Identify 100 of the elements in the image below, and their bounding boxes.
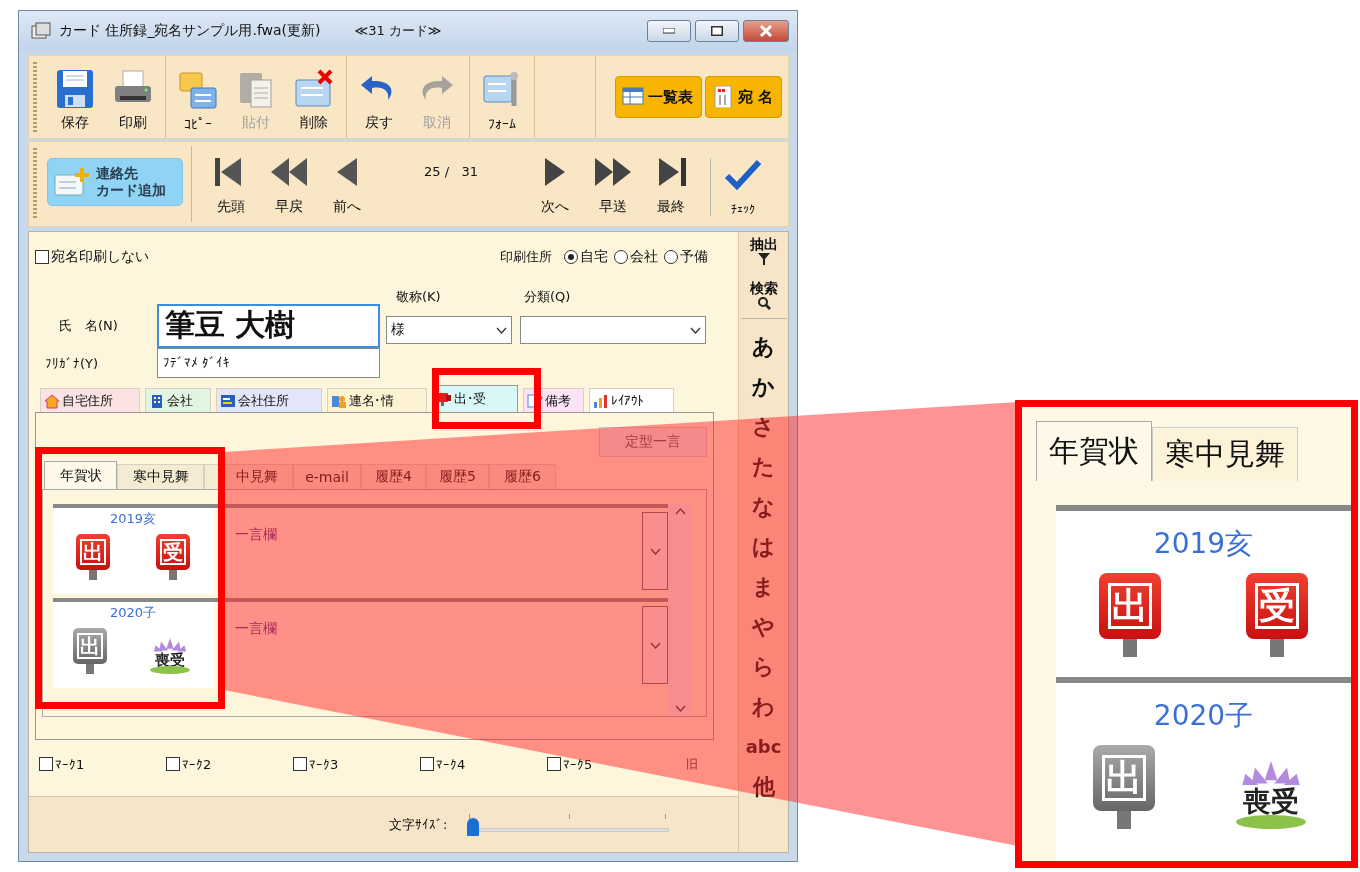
year-label: 2020子: [109, 604, 157, 622]
address-radio-button[interactable]: 予備: [664, 248, 708, 266]
check-button[interactable]: ﾁｪｯｸ: [710, 158, 768, 216]
notes-tab[interactable]: 備考: [523, 388, 584, 412]
greeting-type-tab[interactable]: 中見舞: [204, 464, 293, 489]
mark-checkbox[interactable]: ﾏｰｸ1: [39, 756, 166, 772]
first-button[interactable]: 先頭: [202, 154, 260, 216]
mourning-lotus-mark: 喪受: [1226, 761, 1317, 829]
filter-button[interactable]: 抽出: [749, 234, 778, 268]
company-address-tab[interactable]: 会社住所: [216, 388, 322, 412]
old-toggle[interactable]: 旧: [686, 755, 698, 773]
year-label: 2020子: [1153, 698, 1254, 734]
card-count: ≪31 カード≫: [354, 22, 442, 40]
funnel-icon: [756, 252, 771, 266]
year-label: 2019亥: [1153, 526, 1254, 562]
postbox-icon: [436, 391, 452, 407]
index-letter-button[interactable]: ら: [752, 647, 775, 687]
save-button[interactable]: 保存: [47, 68, 103, 132]
index-letter-button[interactable]: ま: [752, 567, 775, 607]
last-button[interactable]: 最終: [642, 154, 700, 216]
honorific-dropdown[interactable]: 様: [386, 316, 512, 344]
address-radio-button[interactable]: 自宅: [564, 248, 608, 266]
comment-dropdown-button[interactable]: [642, 606, 668, 684]
chevron-down-icon: [690, 326, 701, 334]
greeting-type-tab[interactable]: 年賀状: [1036, 421, 1152, 481]
memo-icon: [527, 392, 543, 409]
building-icon: [149, 392, 165, 409]
joint-name-tab[interactable]: 連名･情: [327, 388, 427, 412]
layout-tab[interactable]: ﾚｲｱｳﾄ: [589, 388, 674, 412]
print-button[interactable]: 印刷: [105, 68, 161, 132]
chevron-down-icon: [649, 641, 661, 649]
category-dropdown[interactable]: [520, 316, 706, 344]
maximize-button[interactable]: [695, 20, 739, 42]
scroll-up-icon: [674, 508, 686, 515]
mark-checkbox[interactable]: ﾏｰｸ3: [293, 756, 420, 772]
index-letter-button[interactable]: あ: [752, 327, 775, 367]
greeting-type-tab[interactable]: 履歴6: [489, 464, 556, 489]
delete-button[interactable]: 削除: [286, 68, 342, 132]
rewind-button[interactable]: 早戻: [260, 154, 318, 216]
print-address-label: 印刷住所: [500, 248, 552, 266]
index-letter-button[interactable]: さ: [752, 407, 775, 447]
chevron-down-icon: [649, 547, 661, 555]
no-print-checkbox[interactable]: 宛名印刷しない: [35, 248, 149, 266]
index-letter-button[interactable]: 他: [752, 767, 775, 807]
minimize-icon: [663, 28, 675, 34]
greeting-type-tab[interactable]: e-mail: [293, 464, 361, 489]
address-view-button[interactable]: 宛 名: [704, 76, 782, 118]
greeting-type-tab[interactable]: 履歴5: [426, 464, 489, 489]
greeting-type-tab[interactable]: 年賀状: [44, 461, 117, 489]
name-label: 氏 名(N): [58, 317, 119, 335]
copy-button[interactable]: ｺﾋﾟｰ: [170, 70, 226, 132]
next-button[interactable]: 次へ: [526, 154, 584, 216]
honorific-label: 敬称(K): [395, 288, 442, 306]
greeting-type-tab[interactable]: 履歴4: [361, 464, 426, 489]
font-size-slider[interactable]: [465, 813, 670, 836]
search-icon: [756, 296, 771, 310]
received-postbox-mark: 受: [1244, 573, 1311, 657]
index-letter-button[interactable]: は: [752, 527, 775, 567]
card-delete-icon: [293, 68, 335, 110]
name-field[interactable]: 筆豆 大樹: [157, 304, 380, 348]
close-icon: [759, 25, 773, 37]
form-button[interactable]: ﾌｫｰﾑ: [474, 70, 530, 132]
furigana-field[interactable]: ﾌﾃﾞﾏﾒ ﾀﾞｲｷ: [157, 348, 380, 378]
index-letter-button[interactable]: abc: [745, 727, 782, 767]
sent-postbox-mark: 出: [75, 534, 111, 580]
mark-checkbox[interactable]: ﾏｰｸ2: [166, 756, 293, 772]
index-letter-button[interactable]: な: [752, 487, 775, 527]
category-label: 分類(Q): [523, 288, 572, 306]
index-letter-button[interactable]: か: [752, 367, 775, 407]
fast-forward-button[interactable]: 早送: [584, 154, 642, 216]
greeting-type-tab[interactable]: 寒中見舞: [117, 464, 204, 489]
font-size-label: 文字ｻｲｽﾞ:: [389, 815, 448, 834]
list-view-button[interactable]: 一覧表: [614, 76, 702, 118]
maximize-icon: [711, 26, 723, 36]
comment-dropdown-button[interactable]: [642, 512, 668, 590]
mark-checkbox[interactable]: ﾏｰｸ5: [547, 756, 674, 772]
address-radio-button[interactable]: 会社: [614, 248, 658, 266]
previous-button[interactable]: 前へ: [318, 154, 376, 216]
chevron-down-icon: [496, 326, 507, 334]
minimize-button[interactable]: [647, 20, 691, 42]
greeting-type-tab[interactable]: 寒中見舞: [1152, 427, 1298, 481]
mark-checkbox[interactable]: ﾏｰｸ4: [420, 756, 547, 772]
received-postbox-mark: 受: [155, 534, 191, 580]
close-button[interactable]: [743, 20, 789, 42]
index-letter-button[interactable]: わ: [752, 687, 775, 727]
cards-icon: [177, 70, 219, 112]
furigana-label: ﾌﾘｶﾞﾅ(Y): [45, 355, 100, 371]
scroll-down-icon: [674, 705, 686, 712]
home-address-tab[interactable]: 自宅住所: [40, 388, 140, 412]
index-letter-button[interactable]: た: [752, 447, 775, 487]
slider-thumb[interactable]: [467, 817, 480, 836]
index-letter-button[interactable]: や: [752, 607, 775, 647]
search-button[interactable]: 検索: [749, 278, 778, 312]
company-tab[interactable]: 会社: [145, 388, 211, 412]
house-icon: [44, 392, 60, 409]
year-label: 2019亥: [109, 510, 157, 528]
window-title: カード 住所録_宛名サンプル用.fwa(更新): [59, 22, 321, 40]
undo-button[interactable]: 戻す: [351, 68, 407, 132]
add-contact-card-button[interactable]: 連絡先 カード追加: [47, 158, 183, 206]
cards-app-icon: [31, 22, 51, 40]
